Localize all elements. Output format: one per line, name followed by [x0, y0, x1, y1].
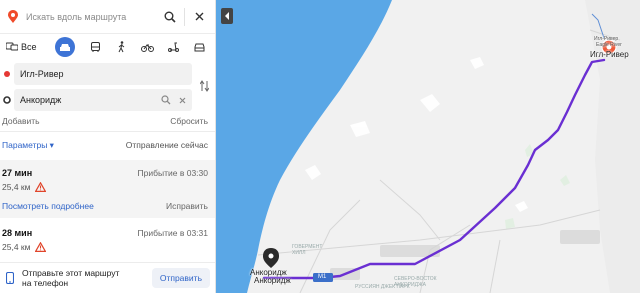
- search-input[interactable]: Искать вдоль маршрута: [26, 12, 159, 22]
- route-1-distance-row: 25,4 км: [2, 182, 47, 192]
- start-label-en: Eagle River: [596, 42, 622, 48]
- divider: [0, 131, 215, 132]
- end-label-main: Анкоридж: [254, 276, 291, 285]
- route-1-fix-link[interactable]: Исправить: [166, 201, 208, 211]
- mode-all[interactable]: Все: [3, 37, 48, 57]
- scooter-icon: [168, 42, 180, 52]
- params-dropdown[interactable]: Параметры ▾: [2, 140, 54, 151]
- mode-taxi[interactable]: [187, 37, 213, 57]
- chevron-left-icon: [225, 12, 229, 20]
- bicycle-icon: [140, 43, 154, 52]
- route-1-distance: 25,4 км: [2, 182, 31, 192]
- walking-icon: [118, 41, 125, 53]
- warning-icon: [35, 182, 47, 192]
- route-2-distance-row: 25,4 км: [2, 242, 47, 252]
- send-text-line1: Отправьте этот маршрут: [22, 268, 120, 278]
- mode-transit[interactable]: [82, 37, 108, 57]
- from-value: Игл-Ривер: [20, 69, 64, 79]
- departure-selector[interactable]: Отправление сейчас: [126, 140, 208, 151]
- swap-waypoints-icon[interactable]: [196, 76, 212, 96]
- transport-modes: Все: [0, 36, 215, 58]
- mode-bike[interactable]: [134, 37, 160, 57]
- send-text-line2: на телефон: [22, 278, 69, 288]
- route-2-time: 28 мин: [2, 228, 33, 238]
- from-dot-icon: [0, 71, 14, 77]
- route-params: Параметры ▾ Отправление сейчас: [0, 140, 215, 151]
- collapse-panel-button[interactable]: [221, 8, 233, 24]
- reset-button[interactable]: Сбросить: [170, 116, 208, 126]
- waypoint-to: Анкоридж: [0, 89, 192, 111]
- bus-icon: [90, 41, 100, 52]
- phone-icon: [4, 272, 16, 284]
- add-waypoint-button[interactable]: Добавить: [2, 116, 40, 126]
- district-label-3: РУССИЯН ДЖЕК ПАРК: [355, 284, 410, 290]
- from-field[interactable]: Игл-Ривер: [14, 63, 192, 85]
- all-modes-icon: [6, 42, 18, 51]
- close-icon[interactable]: [188, 6, 210, 28]
- send-text: Отправьте этот маршрут на телефон: [22, 268, 152, 288]
- warning-icon: [35, 242, 47, 252]
- waypoint-from: Игл-Ривер: [0, 63, 192, 85]
- to-field-icons: [161, 95, 192, 105]
- waypoint-actions: Добавить Сбросить: [0, 116, 215, 126]
- start-label-main: Игл-Ривер: [590, 50, 629, 59]
- route-1-arrival: Прибытие в 03:30: [137, 168, 208, 178]
- route-2-arrival: Прибытие в 03:31: [137, 228, 208, 238]
- search-icon[interactable]: [159, 6, 181, 28]
- district-label-1: ГОВЕРМЕНТ ХИЛЛ: [292, 244, 323, 256]
- route-2-distance: 25,4 км: [2, 242, 31, 252]
- highway-badge-label: M1: [318, 274, 327, 280]
- route-option-2[interactable]: 28 мин Прибытие в 03:31 25,4 км: [0, 222, 215, 260]
- search-icon[interactable]: [161, 95, 171, 105]
- separator: [184, 7, 185, 26]
- car-icon: [59, 43, 70, 51]
- mode-all-label: Все: [21, 42, 37, 52]
- taxi-icon: [194, 43, 205, 51]
- route-1-time: 27 мин: [2, 168, 33, 178]
- send-to-phone: Отправьте этот маршрут на телефон Отправ…: [0, 262, 215, 293]
- location-pin-icon: [6, 9, 20, 25]
- to-value: Анкоридж: [20, 95, 62, 105]
- to-dot-icon: [0, 96, 14, 104]
- mode-car[interactable]: [54, 37, 75, 57]
- mode-scooter[interactable]: [161, 37, 187, 57]
- route-panel: Искать вдоль маршрута Все Игл-Ривер Анко…: [0, 0, 216, 293]
- search-bar: Искать вдоль маршрута: [0, 0, 215, 34]
- route-1-details-link[interactable]: Посмотреть подробнее: [2, 201, 94, 211]
- clear-icon[interactable]: [179, 97, 186, 104]
- to-field[interactable]: Анкоридж: [14, 89, 192, 111]
- send-button[interactable]: Отправить: [151, 268, 210, 288]
- route-option-1[interactable]: 27 мин Прибытие в 03:30 25,4 км Посмотре…: [0, 160, 215, 218]
- mode-walk[interactable]: [108, 37, 134, 57]
